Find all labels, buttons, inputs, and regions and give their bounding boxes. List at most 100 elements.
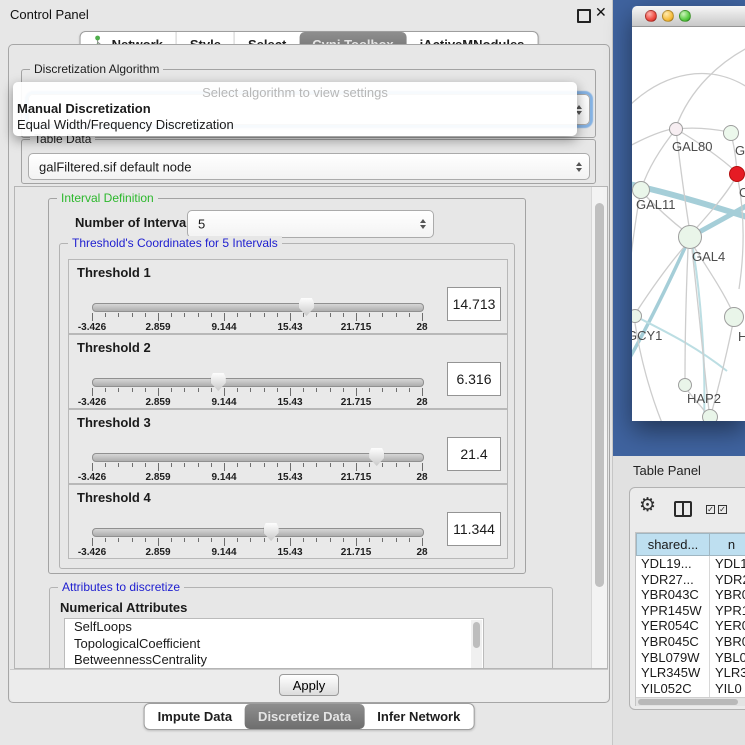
node[interactable] [702,409,718,421]
cell-name: YLR3 [715,665,745,680]
list-scrollbar[interactable] [471,620,482,669]
cell-shared-name: YLR345W [641,665,700,680]
table-data-group: Table Data galFiltered.sif default node [21,139,596,184]
cell-name: YBL0 [715,650,745,665]
node-label: GAL11 [636,197,676,212]
number-of-intervals-combobox[interactable]: 5 [187,210,434,238]
select-all-checkbox-icon[interactable]: ✓ [706,505,715,514]
tab-label: Impute Data [158,704,232,729]
float-window-icon[interactable] [577,9,591,23]
threshold-3-box: Threshold 3 -3.4262.8599.14415.4321.7152… [68,409,508,484]
node[interactable] [729,166,745,182]
threshold-value-field[interactable]: 6.316 [447,362,501,396]
threshold-1-box: Threshold 1 -3.4262.8599.14415.4321.7152… [68,259,508,334]
horizontal-scrollbar[interactable] [636,697,745,706]
threshold-label: Threshold 4 [77,490,151,505]
tab-content-panel: Discretization Algorithm Table Data galF… [8,44,610,703]
control-panel-window: Control Panel ✕ NetworkStyleSelectCyni T… [0,0,613,745]
table-row[interactable]: YIL052CYIL0 [636,681,745,697]
node-label: G [735,143,745,158]
threshold-value-field[interactable]: 21.4 [447,437,501,471]
scrollbar-thumb[interactable] [595,203,604,587]
table-row[interactable]: YER054CYER0 [636,618,745,634]
threshold-slider[interactable] [92,378,424,387]
slider-tick-labels: -3.4262.8599.14415.4321.71528 [69,397,507,407]
threshold-value-field[interactable]: 14.713 [447,287,501,321]
combo-arrows-icon [576,162,582,172]
node[interactable] [723,125,739,141]
vertical-scrollbar[interactable] [591,187,607,668]
table-row[interactable]: YBL079W YBL0 [636,650,745,666]
table-row[interactable]: YBR043CYBR0 [636,587,745,603]
network-edges [632,27,745,421]
node-h[interactable] [724,307,744,327]
close-icon[interactable]: ✕ [595,4,607,21]
node-attribute-table: shared... n YDL19...YDL1YDR27...YDR2YBR0… [635,532,745,706]
split-view-icon[interactable] [674,501,692,517]
node-label: HAP2 [687,391,721,406]
table-row[interactable]: YDR27...YDR2 [636,572,745,588]
network-canvas[interactable]: GAL80GAL11GAL4GCY1HHAP2GC [632,27,745,421]
zoom-traffic-light-icon[interactable] [679,10,691,22]
column-divider [709,556,710,697]
column-header-name[interactable]: n [709,533,745,556]
cell-shared-name: YPR145W [641,603,702,618]
table-panel-title: Table Panel [633,463,701,478]
number-of-intervals-value: 5 [198,217,205,232]
attribute-list-item[interactable]: SelfLoops [65,619,483,636]
number-of-intervals-label: Number of Intervals [75,215,197,230]
apply-button[interactable]: Apply [279,674,339,696]
popup-option-equal-width-frequency[interactable]: Equal Width/Frequency Discretization [13,117,577,133]
table-row[interactable]: YDL19...YDL1 [636,556,745,572]
cell-shared-name: YBR045C [641,634,699,649]
node-label: GAL80 [672,139,712,154]
screenshot-root: Control Panel ✕ NetworkStyleSelectCyni T… [0,0,745,745]
table-row[interactable]: YPR145W YPR1 [636,603,745,619]
network-window-titlebar[interactable] [632,6,745,27]
node-gal80[interactable] [669,122,683,136]
attribute-list-item[interactable]: BetweennessCentrality [65,652,483,669]
node-gal4[interactable] [678,225,702,249]
table-data-combobox[interactable]: galFiltered.sif default node [28,153,590,180]
table-panel-region: Table Panel ⚙ ✓ ✓ shared... n YDL19...YD… [613,456,745,745]
numerical-attributes-list[interactable]: SelfLoopsTopologicalCoefficientBetweenne… [64,618,484,669]
node-hap2[interactable] [678,378,692,392]
attribute-list-item[interactable]: TopologicalCoefficient [65,636,483,653]
select-none-checkbox-icon[interactable]: ✓ [718,505,727,514]
bottom-tab-impute-data[interactable]: Impute Data [145,704,245,729]
cell-shared-name: YER054C [641,618,699,633]
bottom-tab-discretize-data[interactable]: Discretize Data [245,704,364,729]
column-header-shared-name[interactable]: shared... [636,533,710,556]
threshold-4-box: Threshold 4 -3.4262.8599.14415.4321.7152… [68,484,508,559]
cell-name: YIL0 [715,681,742,696]
cell-name: YDL1 [715,556,745,571]
threshold-slider[interactable] [92,303,424,312]
interval-definition-title: Interval Definition [57,191,158,205]
cell-shared-name: YDR27... [641,572,694,587]
table-header-row: shared... n [636,533,745,556]
scrollbar-thumb[interactable] [638,699,738,705]
slider-tick-labels: -3.4262.8599.14415.4321.71528 [69,547,507,557]
cell-name: YBR0 [715,634,745,649]
threshold-slider[interactable] [92,528,424,537]
threshold-slider[interactable] [92,453,424,462]
gear-icon[interactable]: ⚙ [639,494,656,517]
bottom-tab-bar: Impute Data Discretize Data Infer Network [144,703,475,730]
bottom-tab-infer-network[interactable]: Infer Network [364,704,473,729]
popup-option-manual-discretization[interactable]: Manual Discretization [13,101,577,117]
table-row[interactable]: YBR045C YBR0 [636,634,745,650]
cell-name: YPR1 [715,603,745,618]
node-label: GAL4 [692,249,725,264]
combo-arrows-icon [420,219,426,229]
tab-label: Discretize Data [258,704,351,729]
table-data-value: galFiltered.sif default node [39,159,191,174]
cell-shared-name: YBR043C [641,587,699,602]
cell-shared-name: YBL079W [641,650,700,665]
close-traffic-light-icon[interactable] [645,10,657,22]
minimize-traffic-light-icon[interactable] [662,10,674,22]
table-row[interactable]: YLR345W YLR3 [636,665,745,681]
numerical-attributes-heading: Numerical Attributes [60,600,187,615]
slider-tick-labels: -3.4262.8599.14415.4321.71528 [69,322,507,332]
panel-title: Control Panel [10,7,89,22]
threshold-value-field[interactable]: 11.344 [447,512,501,546]
